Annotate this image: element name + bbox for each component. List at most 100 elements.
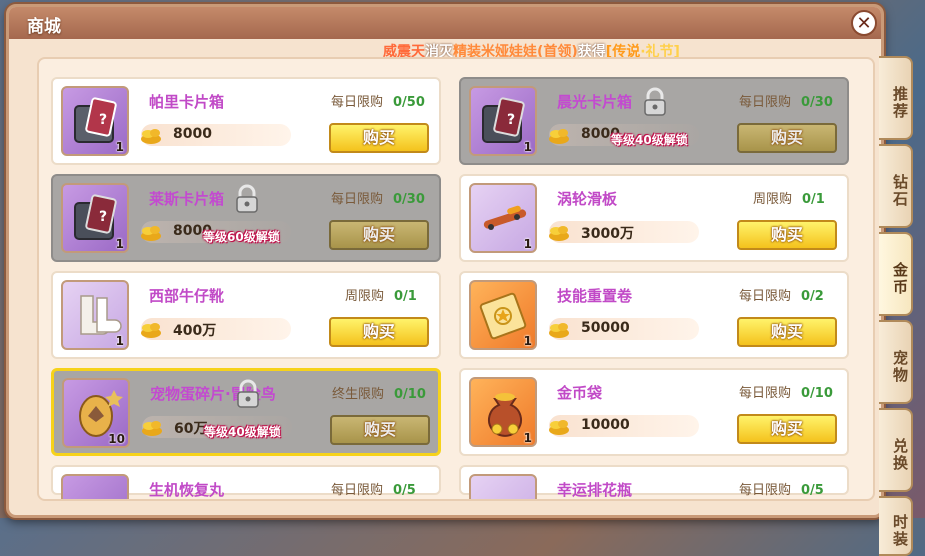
item-slot: 1 bbox=[61, 280, 129, 350]
shop-item-card-selected[interactable]: 10 宠物蛋碎片·冒险鸟 终生限购 0/10 60万 等级40级解锁 购买 bbox=[51, 368, 441, 456]
limit-count: 0/10 bbox=[801, 386, 833, 401]
limit-count: 0/5 bbox=[801, 483, 824, 498]
purchase-limit: 每日限购 0/2 bbox=[739, 285, 824, 304]
gold-coin-icon bbox=[549, 226, 569, 241]
item-slot: ? 1 bbox=[469, 86, 537, 156]
buy-button[interactable]: 购买 bbox=[329, 317, 429, 347]
svg-text:?: ? bbox=[99, 209, 107, 225]
item-quantity: 1 bbox=[115, 334, 124, 348]
item-quantity: 10 bbox=[108, 432, 125, 446]
limit-type: 周限购 bbox=[753, 192, 793, 207]
limit-type: 每日限购 bbox=[739, 386, 792, 401]
item-name: 帕里卡片箱 bbox=[149, 93, 225, 111]
unlock-requirement: 等级40级解锁 bbox=[204, 425, 281, 439]
price-bar: 10000 bbox=[549, 415, 699, 437]
lock-icon bbox=[644, 87, 666, 116]
item-price: 3000万 bbox=[581, 226, 634, 242]
item-price: 50000 bbox=[581, 320, 630, 336]
item-name: 幸运排花瓶 bbox=[557, 481, 633, 499]
price-bar: 8000 bbox=[141, 124, 291, 146]
purchase-limit: 每日限购 0/30 bbox=[331, 188, 425, 207]
shop-item-card[interactable]: ? 1 帕里卡片箱 每日限购 0/50 8000 购买 bbox=[51, 77, 441, 165]
window-title: 商城 bbox=[27, 17, 61, 37]
buy-button[interactable]: 购买 bbox=[737, 220, 837, 250]
shop-item-card[interactable]: 1 技能重置卷 每日限购 0/2 50000 购买 bbox=[459, 271, 849, 359]
lock-icon bbox=[237, 379, 259, 408]
item-slot: 1 bbox=[469, 377, 537, 447]
limit-count: 0/10 bbox=[394, 387, 426, 402]
limit-type: 每日限购 bbox=[331, 95, 384, 110]
item-quantity: 1 bbox=[523, 140, 532, 154]
tab-recommend[interactable]: 推荐 bbox=[879, 56, 913, 140]
item-quantity: 1 bbox=[523, 431, 532, 445]
limit-count: 0/1 bbox=[802, 192, 825, 207]
gold-coin-icon bbox=[141, 129, 161, 144]
item-name: 莱斯卡片箱 bbox=[149, 190, 225, 208]
gold-coin-icon bbox=[141, 226, 161, 241]
limit-type: 每日限购 bbox=[739, 289, 792, 304]
close-button[interactable]: ✕ bbox=[851, 10, 877, 36]
item-quantity: 1 bbox=[115, 140, 124, 154]
purchase-limit: 每日限购 0/5 bbox=[739, 479, 824, 498]
lock-icon bbox=[236, 184, 258, 213]
price-bar: 3000万 bbox=[549, 221, 699, 243]
buy-button[interactable]: 购买 bbox=[329, 220, 429, 250]
limit-type: 终生限购 bbox=[332, 387, 385, 402]
item-slot bbox=[469, 474, 537, 499]
item-price: 10000 bbox=[581, 417, 630, 433]
title-bar: 商城 ✕ bbox=[9, 7, 881, 39]
item-price: 60万 bbox=[174, 421, 208, 437]
item-name: 技能重置卷 bbox=[557, 287, 633, 305]
tab-exchange[interactable]: 兑换 bbox=[879, 408, 913, 492]
buy-button[interactable]: 购买 bbox=[329, 123, 429, 153]
price-bar: 50000 bbox=[549, 318, 699, 340]
purchase-limit: 终生限购 0/10 bbox=[332, 383, 426, 402]
gold-coin-icon bbox=[142, 421, 162, 436]
item-slot: 10 bbox=[62, 378, 130, 448]
limit-type: 每日限购 bbox=[331, 483, 384, 498]
svg-text:?: ? bbox=[507, 112, 515, 128]
buy-button[interactable]: 购买 bbox=[737, 414, 837, 444]
item-price: 400万 bbox=[173, 323, 217, 339]
tab-gold[interactable]: 金币 bbox=[879, 232, 913, 316]
limit-count: 0/2 bbox=[801, 289, 824, 304]
limit-count: 0/30 bbox=[801, 95, 833, 110]
price-bar: 400万 bbox=[141, 318, 291, 340]
shop-item-card[interactable]: 生机恢复丸 每日限购 0/5 bbox=[51, 465, 441, 499]
tab-fashion[interactable]: 时装 bbox=[879, 496, 913, 556]
limit-type: 每日限购 bbox=[739, 95, 792, 110]
tab-pet[interactable]: 宠物 bbox=[879, 320, 913, 404]
svg-text:?: ? bbox=[99, 112, 107, 128]
shop-item-card[interactable]: 幸运排花瓶 每日限购 0/5 bbox=[459, 465, 849, 499]
tab-diamond[interactable]: 钻石 bbox=[879, 144, 913, 228]
shop-item-card[interactable]: 1 涡轮滑板 周限购 0/1 3000万 购买 bbox=[459, 174, 849, 262]
buy-button[interactable]: 购买 bbox=[737, 317, 837, 347]
item-quantity: 1 bbox=[523, 334, 532, 348]
purchase-limit: 周限购 0/1 bbox=[345, 285, 417, 304]
item-name: 生机恢复丸 bbox=[149, 481, 225, 499]
purchase-limit: 周限购 0/1 bbox=[753, 188, 825, 207]
item-slot: ? 1 bbox=[61, 183, 129, 253]
limit-count: 0/50 bbox=[393, 95, 425, 110]
shop-item-card[interactable]: ? 1 莱斯卡片箱 每日限购 0/30 8000 等级60级解锁 购买 bbox=[51, 174, 441, 262]
gold-coin-icon bbox=[141, 323, 161, 338]
shop-item-card[interactable]: 1 金币袋 每日限购 0/10 10000 购买 bbox=[459, 368, 849, 456]
item-quantity: 1 bbox=[523, 237, 532, 251]
limit-type: 周限购 bbox=[345, 289, 385, 304]
shop-item-card[interactable]: 1 西部牛仔靴 周限购 0/1 400万 购买 bbox=[51, 271, 441, 359]
shop-item-panel[interactable]: ? 1 帕里卡片箱 每日限购 0/50 8000 购买 ? 1 晨光卡片箱 每日… bbox=[37, 57, 875, 501]
gold-coin-icon bbox=[549, 420, 569, 435]
purchase-limit: 每日限购 0/50 bbox=[331, 91, 425, 110]
item-slot: 1 bbox=[469, 280, 537, 350]
item-name: 西部牛仔靴 bbox=[149, 287, 225, 305]
unlock-requirement: 等级40级解锁 bbox=[611, 133, 688, 147]
item-quantity: 1 bbox=[115, 237, 124, 251]
shop-item-card[interactable]: ? 1 晨光卡片箱 每日限购 0/30 8000 等级40级解锁 购买 bbox=[459, 77, 849, 165]
buy-button[interactable]: 购买 bbox=[737, 123, 837, 153]
item-name: 涡轮滑板 bbox=[557, 190, 618, 208]
limit-count: 0/30 bbox=[393, 192, 425, 207]
purchase-limit: 每日限购 0/30 bbox=[739, 91, 833, 110]
buy-button[interactable]: 购买 bbox=[330, 415, 430, 445]
item-name: 晨光卡片箱 bbox=[557, 93, 633, 111]
limit-count: 0/1 bbox=[394, 289, 417, 304]
